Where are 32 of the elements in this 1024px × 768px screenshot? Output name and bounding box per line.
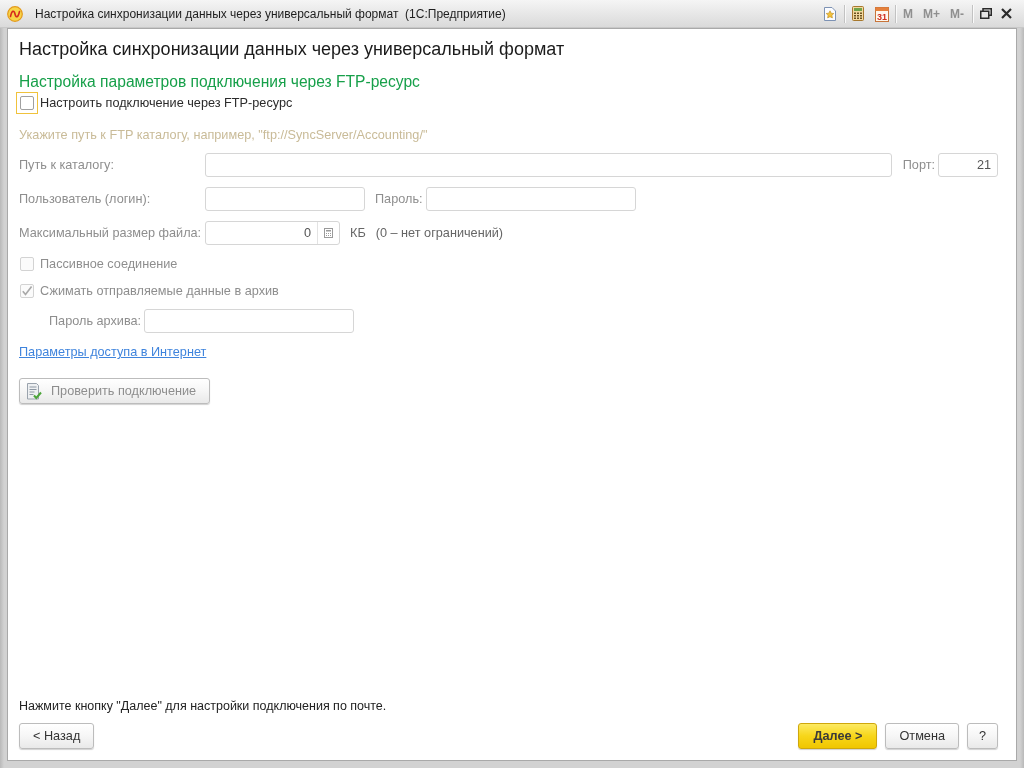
field-label: Порт: bbox=[902, 158, 935, 172]
note-text: (0 – нет ограничений) bbox=[375, 226, 504, 240]
document-check-icon bbox=[26, 382, 42, 400]
cancel-button[interactable]: Отмена bbox=[885, 723, 959, 749]
calculator-icon[interactable] bbox=[852, 6, 864, 21]
star-document-icon[interactable] bbox=[824, 6, 836, 21]
checkbox-label: Пассивное соединение bbox=[40, 257, 178, 271]
logo-icon bbox=[7, 5, 23, 22]
field-label: Пароль архива: bbox=[49, 314, 142, 328]
password-input-field[interactable] bbox=[425, 187, 636, 211]
checkbox-label: Сжимать отправляемые данные в архив bbox=[40, 284, 279, 298]
checkbox-label: Настроить подключение через FTP-ресурс bbox=[40, 96, 293, 110]
footer-hint-text: Нажмите кнопку "Далее" для настройки подключения по почте. bbox=[19, 698, 388, 714]
window-title: Настройка синхронизации данных через универсальный формат (1С:Предприятие) bbox=[35, 6, 506, 21]
unit-label: КБ bbox=[350, 226, 366, 240]
form-title: Настройка синхронизации данных через универсальный формат bbox=[19, 38, 566, 61]
hint-text: Укажите путь к FTP каталогу, например, "ftp://SyncServer/Accounting/" bbox=[19, 127, 429, 143]
restore-icon[interactable] bbox=[980, 8, 992, 19]
archive-password-field[interactable] bbox=[144, 309, 355, 333]
calculator-icon[interactable] bbox=[324, 228, 333, 238]
next-button[interactable]: Далее > bbox=[798, 723, 878, 749]
help-button[interactable]: ? bbox=[967, 723, 998, 749]
field-label: Путь к каталогу: bbox=[19, 158, 115, 172]
path-input-field[interactable] bbox=[205, 153, 892, 177]
calendar-icon[interactable]: 31 bbox=[875, 5, 889, 22]
field-label: Пользователь (логин): bbox=[19, 192, 152, 206]
field-label: Пароль: bbox=[375, 192, 423, 206]
field-label: Максимальный размер файла: bbox=[19, 226, 203, 240]
close-icon[interactable] bbox=[1001, 8, 1012, 19]
back-button[interactable]: < Назад bbox=[19, 723, 95, 749]
section-heading: Настройка параметров подключения через FTP-ресурс bbox=[19, 72, 421, 92]
login-input-field[interactable] bbox=[205, 187, 365, 211]
